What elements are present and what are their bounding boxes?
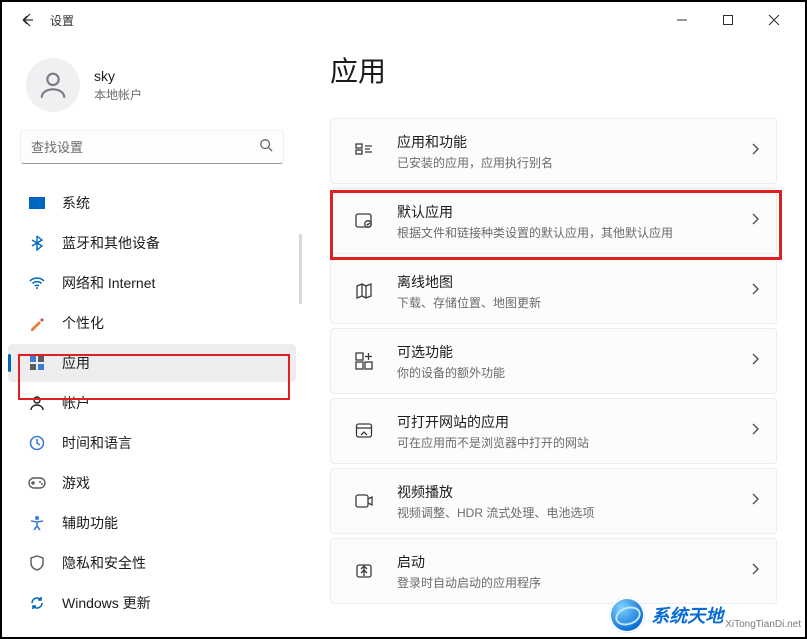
apps-icon [28, 354, 46, 372]
sidebar-item-system[interactable]: 系统 [8, 184, 296, 222]
sidebar-item-accessibility[interactable]: 辅助功能 [8, 504, 296, 542]
minimize-button[interactable] [659, 2, 705, 38]
maximize-button[interactable] [705, 2, 751, 38]
card-subtitle: 登录时自动启动的应用程序 [397, 574, 750, 591]
nav-label: 网络和 Internet [62, 273, 155, 293]
search-icon [259, 138, 273, 157]
window-title: 设置 [50, 12, 74, 29]
apps-features-icon [353, 140, 375, 162]
nav-label: 辅助功能 [62, 513, 118, 533]
nav-label: Windows 更新 [62, 593, 151, 613]
card-title: 可打开网站的应用 [397, 412, 750, 432]
website-apps-icon [353, 420, 375, 442]
update-icon [28, 594, 46, 612]
sidebar-item-network[interactable]: 网络和 Internet [8, 264, 296, 302]
card-website-apps[interactable]: 可打开网站的应用可在应用而不是浏览器中打开的网站 [330, 398, 777, 464]
maximize-icon [722, 14, 734, 26]
card-subtitle: 下载、存储位置、地图更新 [397, 294, 750, 311]
card-offline-maps[interactable]: 离线地图下载、存储位置、地图更新 [330, 258, 777, 324]
nav-label: 蓝牙和其他设备 [62, 233, 160, 253]
nav-label: 时间和语言 [62, 433, 132, 453]
sidebar-item-gaming[interactable]: 游戏 [8, 464, 296, 502]
card-startup[interactable]: 启动登录时自动启动的应用程序 [330, 538, 777, 604]
sidebar: sky 本地帐户 系统蓝牙和其他设备网络和 Internet 个性化应用帐户时间和… [2, 38, 302, 637]
wifi-icon [28, 274, 46, 292]
system-icon [28, 194, 46, 212]
page-title: 应用 [330, 50, 777, 90]
chevron-right-icon [750, 562, 760, 581]
nav-list: 系统蓝牙和其他设备网络和 Internet 个性化应用帐户时间和语言游戏辅助功能隐… [2, 184, 302, 622]
watermark: 系统天地 XiTongTianDi.net [609, 597, 801, 633]
chevron-right-icon [750, 142, 760, 161]
watermark-url: XiTongTianDi.net [725, 619, 801, 630]
accessibility-icon [28, 514, 46, 532]
sidebar-item-accounts[interactable]: 帐户 [8, 384, 296, 422]
sidebar-item-update[interactable]: Windows 更新 [8, 584, 296, 622]
card-apps-features[interactable]: 应用和功能已安装的应用，应用执行别名 [330, 118, 777, 184]
user-name: sky [94, 68, 142, 84]
startup-icon [353, 560, 375, 582]
card-video-playback[interactable]: 视频播放视频调整、HDR 流式处理、电池选项 [330, 468, 777, 534]
sidebar-item-bluetooth[interactable]: 蓝牙和其他设备 [8, 224, 296, 262]
card-subtitle: 你的设备的额外功能 [397, 364, 750, 381]
gaming-icon [28, 474, 46, 492]
sidebar-item-time-language[interactable]: 时间和语言 [8, 424, 296, 462]
chevron-right-icon [750, 212, 760, 231]
card-title: 离线地图 [397, 272, 750, 292]
user-account-type: 本地帐户 [94, 86, 142, 103]
search-field[interactable] [31, 140, 259, 155]
sidebar-item-privacy[interactable]: 隐私和安全性 [8, 544, 296, 582]
chevron-right-icon [750, 282, 760, 301]
watermark-brand: 系统天地 [651, 602, 723, 628]
card-optional-features[interactable]: 可选功能你的设备的额外功能 [330, 328, 777, 394]
nav-label: 系统 [62, 193, 90, 213]
card-title: 可选功能 [397, 342, 750, 362]
close-icon [768, 14, 780, 26]
card-subtitle: 根据文件和链接种类设置的默认应用，其他默认应用 [397, 224, 750, 241]
back-button[interactable] [10, 2, 46, 38]
card-title: 视频播放 [397, 482, 750, 502]
person-icon [36, 68, 70, 102]
avatar [26, 58, 80, 112]
offline-maps-icon [353, 280, 375, 302]
video-playback-icon [353, 490, 375, 512]
chevron-right-icon [750, 352, 760, 371]
nav-label: 应用 [62, 353, 90, 373]
card-title: 应用和功能 [397, 132, 750, 152]
chevron-right-icon [750, 422, 760, 441]
card-default-apps[interactable]: 默认应用根据文件和链接种类设置的默认应用，其他默认应用 [330, 188, 777, 254]
search-input[interactable] [20, 130, 284, 164]
close-button[interactable] [751, 2, 797, 38]
default-apps-icon [353, 210, 375, 232]
user-block[interactable]: sky 本地帐户 [2, 50, 302, 130]
nav-label: 个性化 [62, 313, 104, 333]
card-title: 默认应用 [397, 202, 750, 222]
personalize-icon [28, 314, 46, 332]
nav-label: 帐户 [62, 393, 90, 413]
chevron-right-icon [750, 492, 760, 511]
watermark-logo-icon [609, 597, 645, 633]
minimize-icon [676, 14, 688, 26]
card-subtitle: 已安装的应用，应用执行别名 [397, 154, 750, 171]
privacy-icon [28, 554, 46, 572]
bluetooth-icon [28, 234, 46, 252]
card-subtitle: 视频调整、HDR 流式处理、电池选项 [397, 504, 750, 521]
time-icon [28, 434, 46, 452]
card-subtitle: 可在应用而不是浏览器中打开的网站 [397, 434, 750, 451]
arrow-left-icon [20, 12, 36, 28]
nav-label: 隐私和安全性 [62, 553, 146, 573]
sidebar-item-apps[interactable]: 应用 [8, 344, 296, 382]
main-panel: 应用 应用和功能已安装的应用，应用执行别名默认应用根据文件和链接种类设置的默认应… [302, 38, 805, 637]
nav-label: 游戏 [62, 473, 90, 493]
account-icon [28, 394, 46, 412]
optional-features-icon [353, 350, 375, 372]
sidebar-item-personalization[interactable]: 个性化 [8, 304, 296, 342]
card-title: 启动 [397, 552, 750, 572]
